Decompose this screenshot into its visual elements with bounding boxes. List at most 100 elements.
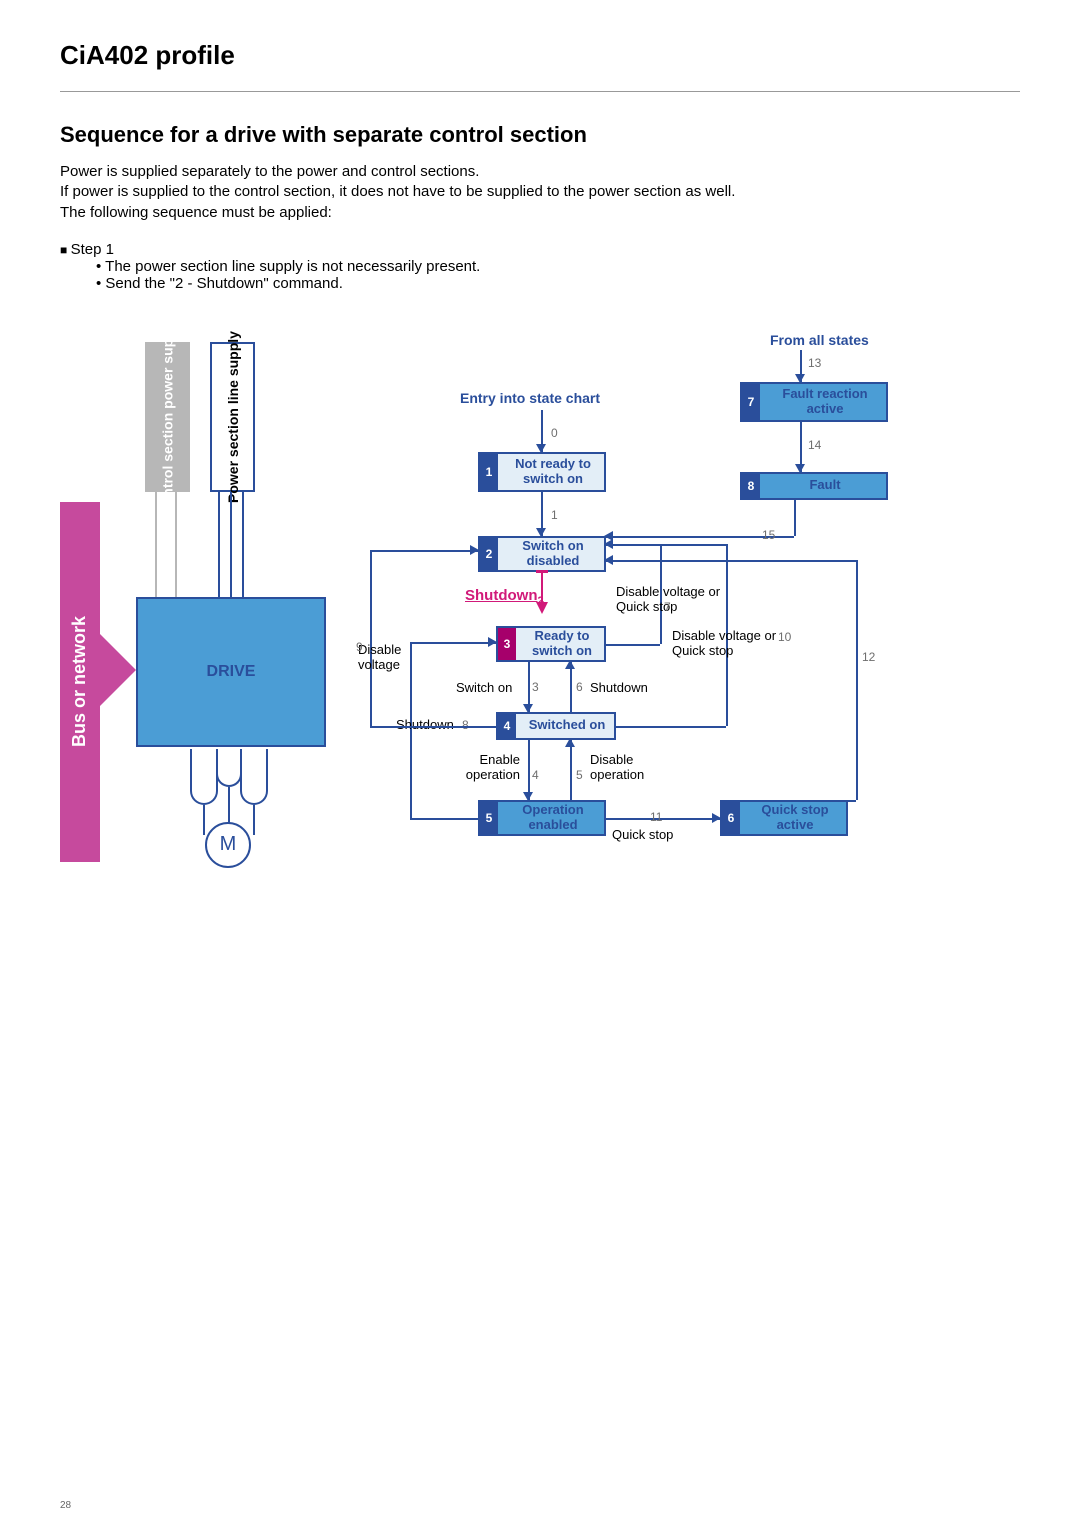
edge	[570, 740, 572, 800]
wire	[240, 749, 268, 805]
state-text: Fault	[764, 478, 886, 493]
state-text: Fault reaction active	[764, 387, 886, 417]
arrow-icon	[470, 545, 479, 555]
motor-label: M	[220, 833, 237, 856]
transition-number: 5	[576, 768, 583, 782]
transition-number: 14	[808, 438, 821, 452]
edge-label: Disable voltage	[358, 642, 410, 672]
page-title: CiA402 profile	[60, 40, 1020, 71]
power-supply-box: Power section line supply	[210, 342, 255, 492]
arrow-icon	[523, 704, 533, 713]
state-ready-to-switch-on: 3 Ready to switch on	[496, 626, 606, 662]
intro-line: The following sequence must be applied:	[60, 203, 1020, 223]
state-text: Operation enabled	[502, 803, 604, 833]
edge	[410, 818, 478, 820]
arrow-icon	[536, 602, 548, 614]
state-text: Not ready to switch on	[502, 457, 604, 487]
transition-number: 7	[664, 600, 671, 614]
drive-label: DRIVE	[207, 663, 256, 681]
arrow-icon	[488, 637, 497, 647]
state-not-ready: 1 Not ready to switch on	[478, 452, 606, 492]
state-number: 1	[480, 454, 498, 490]
state-text: Switched on	[520, 718, 614, 733]
transition-number: 10	[778, 630, 791, 644]
state-text: Ready to switch on	[520, 629, 604, 659]
edge	[856, 560, 858, 800]
state-number: 5	[480, 802, 498, 834]
arrow-icon	[536, 444, 546, 453]
transition-number: 4	[532, 768, 539, 782]
wire	[216, 749, 242, 787]
state-fault-reaction-active: 7 Fault reaction active	[740, 382, 888, 422]
wire	[242, 492, 244, 597]
wire	[218, 492, 220, 597]
from-all-states-label: From all states	[770, 332, 869, 348]
edge-label: Switch on	[456, 680, 512, 695]
state-text: Quick stop active	[744, 803, 846, 833]
state-number: 4	[498, 714, 516, 738]
wire	[253, 805, 255, 835]
state-number: 2	[480, 538, 498, 570]
motor-symbol: M	[205, 822, 251, 868]
arrow-icon	[712, 813, 721, 823]
edge	[410, 642, 496, 644]
arrow-icon	[795, 374, 805, 383]
power-supply-label: Power section line supply	[225, 331, 241, 503]
arrow-icon	[795, 464, 805, 473]
edge-label: Enable operation	[456, 752, 520, 782]
edge	[370, 550, 478, 552]
transition-number: 1	[551, 508, 558, 522]
state-number: 8	[742, 474, 760, 498]
state-switch-on-disabled: 2 Switch on disabled	[478, 536, 606, 572]
state-fault: 8 Fault	[740, 472, 888, 500]
divider	[60, 91, 1020, 92]
arrow-icon	[565, 660, 575, 669]
arrow-icon	[604, 555, 613, 565]
arrow-icon	[523, 792, 533, 801]
intro-line: Power is supplied separately to the powe…	[60, 162, 1020, 182]
arrow-icon	[565, 738, 575, 747]
transition-number: 9	[356, 640, 363, 654]
state-number: 3	[498, 628, 516, 660]
arrow-icon	[541, 572, 543, 604]
edge-label: Shutdown	[590, 680, 648, 695]
state-operation-enabled: 5 Operation enabled	[478, 800, 606, 836]
edge	[528, 740, 530, 800]
intro-line: If power is supplied to the control sect…	[60, 182, 1020, 202]
transition-number: 13	[808, 356, 821, 370]
edge-label: Disable voltage or Quick stop	[672, 628, 782, 658]
control-supply-box: Control section power supply	[145, 342, 190, 492]
page-number: 28	[60, 1500, 71, 1511]
step-heading: Step 1	[60, 241, 1020, 258]
edge	[616, 726, 726, 728]
edge	[606, 818, 720, 820]
edge	[606, 644, 660, 646]
bus-arrow-icon	[100, 634, 136, 706]
wire	[230, 492, 232, 597]
transition-number: 0	[551, 426, 558, 440]
transition-number: 11	[650, 810, 662, 824]
edge	[848, 800, 856, 802]
wire	[175, 492, 177, 597]
state-switched-on: 4 Switched on	[496, 712, 616, 740]
state-diagram: Bus or network Control section power sup…	[60, 332, 900, 892]
drive-box: DRIVE	[136, 597, 326, 747]
arrow-icon	[536, 528, 546, 537]
section-heading: Sequence for a drive with separate contr…	[60, 122, 1020, 148]
bus-label: Bus or network	[70, 616, 91, 747]
state-text: Switch on disabled	[502, 539, 604, 569]
entry-label: Entry into state chart	[460, 390, 600, 406]
arrow-icon	[604, 531, 613, 541]
wire	[203, 805, 205, 835]
edge	[370, 726, 496, 728]
edge	[570, 662, 572, 712]
wire	[228, 787, 230, 823]
step-bullet: The power section line supply is not nec…	[96, 258, 1020, 275]
state-number: 6	[722, 802, 740, 834]
edge	[370, 550, 372, 726]
edge-label: Quick stop	[612, 827, 673, 842]
edge	[794, 500, 796, 536]
control-supply-label: Control section power supply	[160, 318, 176, 515]
edge	[606, 560, 856, 562]
transition-number: 12	[862, 650, 875, 664]
